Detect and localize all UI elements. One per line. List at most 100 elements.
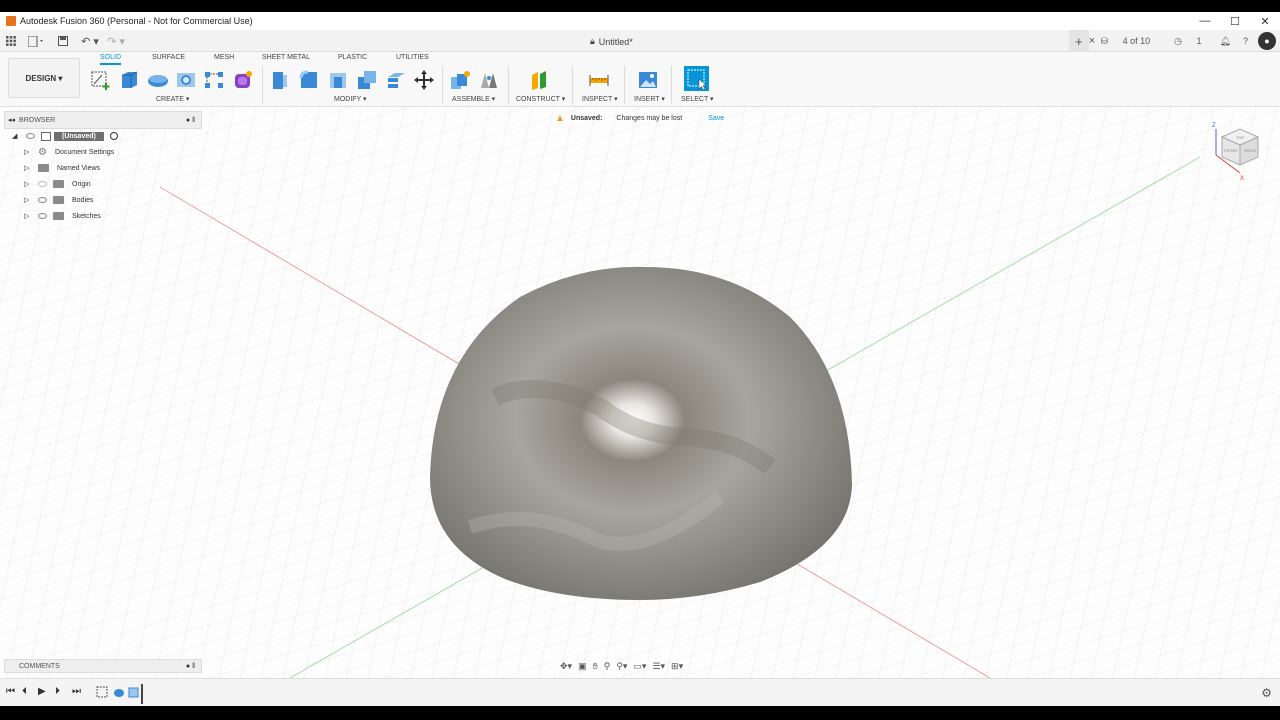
canvas-viewport[interactable]: ◂◂ BROWSER ● ‖ ◢ (Unsaved) ▷ ⚙ Document … xyxy=(0,107,1280,678)
timeline-start-icon[interactable]: ⏮ xyxy=(6,686,15,697)
root-component-label: (Unsaved) xyxy=(54,131,104,141)
tab-sheet-metal[interactable]: SHEET METAL xyxy=(262,54,310,61)
measure-icon[interactable] xyxy=(588,69,610,91)
move-copy-icon[interactable] xyxy=(413,69,435,91)
activate-radio-icon[interactable] xyxy=(109,132,118,140)
tab-solid[interactable]: SOLID xyxy=(100,54,122,65)
panel-pin-icon[interactable]: ● ‖ xyxy=(186,117,195,124)
viewports-icon[interactable]: ⊞▾ xyxy=(671,661,683,672)
extrude-icon[interactable] xyxy=(118,69,140,91)
expand-arrow-icon[interactable]: ▷ xyxy=(24,148,32,156)
comments-pin-icon[interactable]: ● ‖ xyxy=(186,663,195,670)
avatar[interactable]: ● xyxy=(1258,32,1276,50)
expand-arrow-icon[interactable]: ▷ xyxy=(24,180,32,188)
view-cube[interactable]: TOP FRONT RIGHT Z X xyxy=(1210,119,1266,182)
visibility-eye-icon[interactable] xyxy=(38,197,47,203)
z-axis-label: Z xyxy=(1212,123,1216,129)
tab-plastic[interactable]: PLASTIC xyxy=(338,54,367,61)
zoom-icon[interactable]: ⚲ xyxy=(604,661,611,672)
document-tab[interactable]: 🔒︎ Untitled* xyxy=(590,36,633,47)
timeline-revolve-feature-icon[interactable] xyxy=(113,686,125,701)
browser-item-sketches[interactable]: ▷ Sketches xyxy=(24,209,101,223)
help-icon[interactable]: ? xyxy=(1237,36,1254,46)
redo-icon[interactable]: ↷ ▾ xyxy=(106,34,126,48)
timeline-play-icon[interactable]: ▶ xyxy=(38,686,46,697)
assemble-menu[interactable]: ASSEMBLE ▾ xyxy=(452,95,495,103)
new-tab-button[interactable]: + xyxy=(1069,30,1089,52)
comments-panel[interactable]: COMMENTS ● ‖ xyxy=(4,659,202,673)
inspect-menu[interactable]: INSPECT ▾ xyxy=(582,95,618,103)
cube-front-label[interactable]: FRONT xyxy=(1224,148,1238,153)
combine-icon[interactable] xyxy=(356,69,378,91)
workspace-switcher[interactable]: DESIGN ▾ xyxy=(8,58,80,98)
tab-utilities[interactable]: UTILITIES xyxy=(396,54,429,61)
visibility-eye-icon[interactable] xyxy=(38,213,47,219)
divider xyxy=(508,66,509,104)
shell-icon[interactable] xyxy=(327,69,349,91)
create-form-icon[interactable] xyxy=(232,69,254,91)
close-window-button[interactable]: ✕ xyxy=(1250,12,1280,30)
gear-icon: ⚙ xyxy=(38,146,47,158)
grid-settings-icon[interactable]: ☰▾ xyxy=(652,661,665,672)
file-menu-icon[interactable] xyxy=(28,34,44,48)
insert-menu[interactable]: INSERT ▾ xyxy=(634,95,665,103)
timeline-marker[interactable] xyxy=(141,684,143,704)
tab-mesh[interactable]: MESH xyxy=(214,54,234,61)
construct-menu[interactable]: CONSTRUCT ▾ xyxy=(516,95,565,103)
browser-item-document-settings[interactable]: ▷ ⚙ Document Settings xyxy=(24,145,114,159)
revolve-icon[interactable] xyxy=(147,69,169,91)
maximize-button[interactable]: ☐ xyxy=(1220,12,1250,30)
browser-item-origin[interactable]: ▷ Origin xyxy=(24,177,91,191)
document-title: Untitled* xyxy=(598,36,633,47)
expand-arrow-icon[interactable]: ▷ xyxy=(24,196,32,204)
offset-face-icon[interactable] xyxy=(385,69,407,91)
timeline-end-icon[interactable]: ⏭ xyxy=(72,686,81,697)
timeline-prev-icon[interactable]: ⏴ xyxy=(22,686,27,697)
pan-icon[interactable]: ✋︎ xyxy=(593,661,598,672)
browser-panel-header[interactable]: ◂◂ BROWSER ● ‖ xyxy=(4,111,202,129)
fit-icon[interactable]: ⚲▾ xyxy=(616,661,627,672)
divider xyxy=(671,66,672,104)
timeline-feature-icon[interactable] xyxy=(128,686,140,701)
data-panel-grid-icon[interactable] xyxy=(6,34,16,48)
orbit-icon[interactable]: ✥▾ xyxy=(560,661,572,672)
save-icon[interactable] xyxy=(58,34,68,48)
expand-arrow-icon[interactable]: ▷ xyxy=(24,164,32,172)
save-link[interactable]: Save xyxy=(708,115,724,122)
create-sketch-icon[interactable] xyxy=(90,69,112,91)
warning-icon: ▲ xyxy=(555,112,565,124)
new-component-icon[interactable] xyxy=(449,69,471,91)
expand-arrow-icon[interactable]: ▷ xyxy=(24,212,32,220)
notifications-bell-icon[interactable]: 🔔︎ xyxy=(1214,36,1237,47)
minimize-button[interactable]: — xyxy=(1190,12,1220,30)
joint-icon[interactable] xyxy=(478,69,500,91)
select-menu[interactable]: SELECT ▾ xyxy=(681,95,714,103)
collapse-arrow-icon[interactable]: ◢ xyxy=(12,132,20,140)
timeline-settings-gear-icon[interactable]: ⚙ xyxy=(1261,686,1272,700)
modify-menu[interactable]: MODIFY ▾ xyxy=(334,95,367,103)
undo-icon[interactable]: ↶ ▾ xyxy=(80,34,100,48)
pattern-icon[interactable] xyxy=(203,69,225,91)
browser-item-bodies[interactable]: ▷ Bodies xyxy=(24,193,93,207)
cube-top-label[interactable]: TOP xyxy=(1236,135,1244,140)
display-settings-icon[interactable]: ▭▾ xyxy=(633,661,646,672)
offset-plane-icon[interactable] xyxy=(528,69,550,91)
job-status[interactable]: ⛁ 4 of 10 xyxy=(1089,36,1163,47)
browser-root[interactable]: ◢ (Unsaved) xyxy=(12,129,118,143)
tab-surface[interactable]: SURFACE xyxy=(152,54,185,61)
timeline-sketch-feature-icon[interactable] xyxy=(96,686,108,701)
browser-item-named-views[interactable]: ▷ Named Views xyxy=(24,161,100,175)
select-icon[interactable] xyxy=(684,66,709,91)
timeline-next-icon[interactable]: ⏵ xyxy=(55,686,60,697)
insert-canvas-icon[interactable] xyxy=(637,69,659,91)
visibility-eye-icon[interactable] xyxy=(26,133,35,139)
press-pull-icon[interactable] xyxy=(269,69,291,91)
clock-status[interactable]: ◷ 1 xyxy=(1162,36,1213,47)
fillet-icon[interactable] xyxy=(298,69,320,91)
hole-icon[interactable] xyxy=(175,69,197,91)
collapse-panel-icon[interactable]: ◂◂ xyxy=(8,116,15,124)
look-at-icon[interactable]: ▣ xyxy=(578,661,587,672)
cube-right-label[interactable]: RIGHT xyxy=(1244,148,1257,153)
hidden-eye-icon[interactable] xyxy=(38,181,47,187)
create-menu[interactable]: CREATE ▾ xyxy=(156,95,189,103)
